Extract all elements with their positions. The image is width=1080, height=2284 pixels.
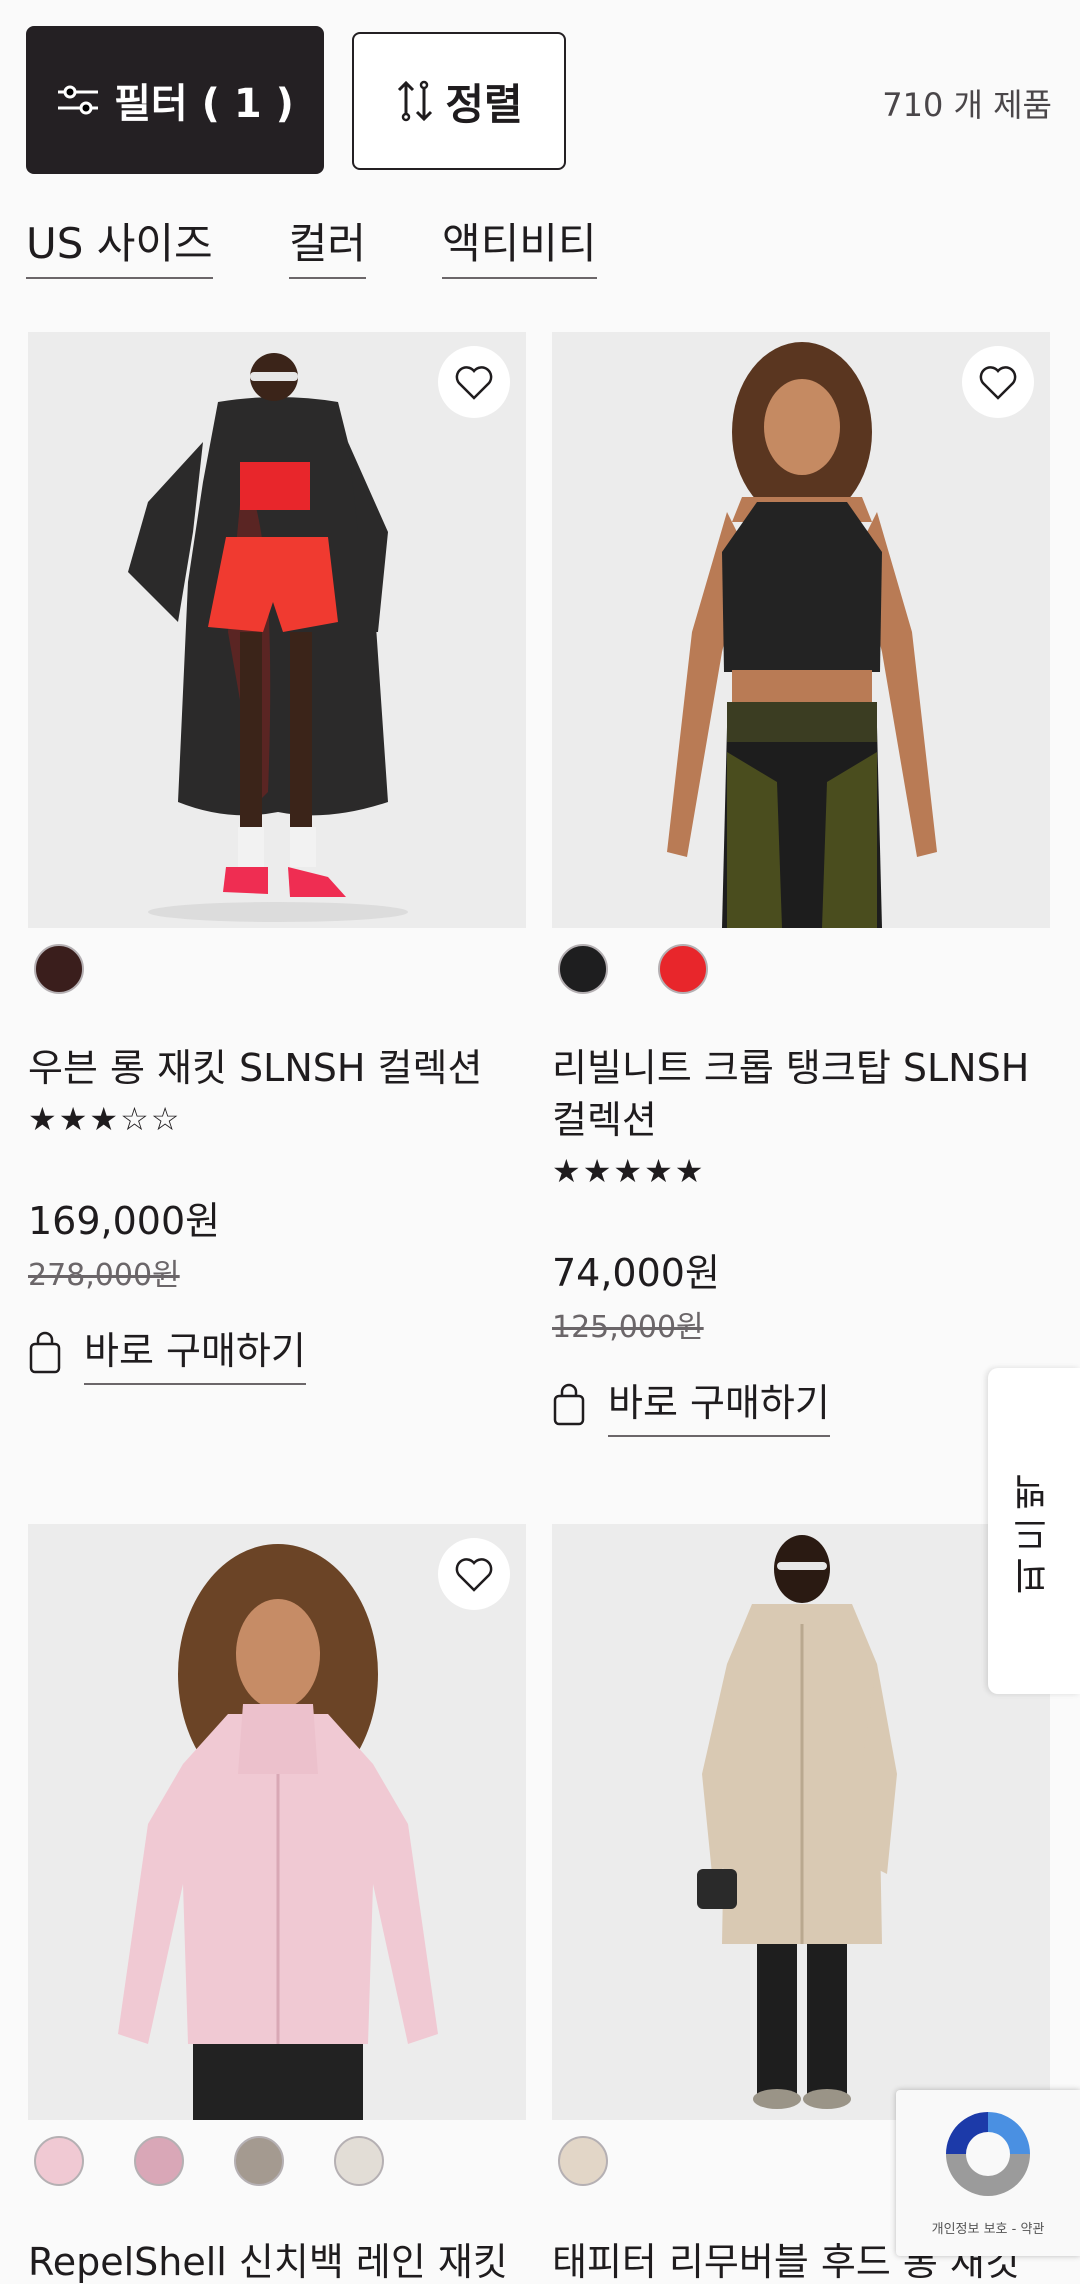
filter-chip-size[interactable]: US 사이즈 (26, 210, 213, 279)
color-swatch[interactable] (134, 2136, 184, 2186)
feedback-label: 피드백 (1013, 1468, 1054, 1594)
filter-chip-activity[interactable]: 액티비티 (441, 210, 597, 279)
product-name[interactable]: RepelShell 신치백 레인 재킷 (28, 2236, 526, 2284)
product-image[interactable] (552, 332, 1050, 928)
shopping-bag-icon (29, 1331, 61, 1373)
color-swatches (34, 2136, 384, 2186)
product-image[interactable] (28, 332, 526, 928)
color-swatch[interactable] (234, 2136, 284, 2186)
rating-stars: ★★★★★ (552, 1152, 706, 1190)
product-card[interactable]: 리빌니트 크롭 탱크탑 SLNSH 컬렉션 ★★★★★ 74,000원 125,… (552, 332, 1050, 1437)
quick-buy-button[interactable]: 바로 구매하기 (552, 1372, 830, 1437)
product-card[interactable]: 우븐 롱 재킷 SLNSH 컬렉션 ★★★☆☆ 169,000원 278,000… (28, 332, 526, 1392)
shopping-bag-icon (553, 1383, 585, 1425)
color-swatch[interactable] (558, 944, 608, 994)
color-swatches (34, 944, 84, 994)
product-card[interactable]: RepelShell 신치백 레인 재킷 (28, 1524, 526, 2284)
filter-label: 필터 ( 1 ) (114, 81, 294, 127)
wishlist-heart-icon[interactable] (438, 346, 510, 418)
feedback-tab[interactable]: 피드백 (988, 1368, 1080, 1694)
color-swatch[interactable] (34, 944, 84, 994)
product-count: 710 개 제품 (882, 86, 1052, 124)
sort-label: 정렬 (445, 79, 523, 129)
quick-buy-label: 바로 구매하기 (608, 1372, 830, 1437)
color-swatch[interactable] (34, 2136, 84, 2186)
original-price: 278,000원 (28, 1258, 180, 1293)
toolbar: 필터 ( 1 ) 정렬 710 개 제품 (0, 0, 1080, 180)
quick-buy-button[interactable]: 바로 구매하기 (28, 1320, 306, 1385)
product-image[interactable] (552, 1524, 1050, 2120)
quick-buy-label: 바로 구매하기 (84, 1320, 306, 1385)
sort-button[interactable]: 정렬 (352, 32, 566, 170)
color-swatches (558, 944, 708, 994)
sliders-icon (58, 85, 99, 115)
filter-chips: US 사이즈 컬러 액티비티 (26, 210, 597, 279)
wishlist-heart-icon[interactable] (962, 346, 1034, 418)
rating-stars: ★★★☆☆ (28, 1100, 182, 1138)
color-swatch[interactable] (334, 2136, 384, 2186)
product-name[interactable]: 우븐 롱 재킷 SLNSH 컬렉션 (28, 1042, 526, 1094)
original-price: 125,000원 (552, 1310, 704, 1345)
product-name[interactable]: 리빌니트 크롭 탱크탑 SLNSH 컬렉션 (552, 1042, 1050, 1146)
product-image[interactable] (28, 1524, 526, 2120)
color-swatches (558, 2136, 608, 2186)
recaptcha-terms[interactable]: 개인정보 보호 - 약관 (896, 2218, 1080, 2237)
color-swatch[interactable] (558, 2136, 608, 2186)
wishlist-heart-icon[interactable] (438, 1538, 510, 1610)
color-swatch[interactable] (658, 944, 708, 994)
recaptcha-badge[interactable]: 개인정보 보호 - 약관 (896, 2090, 1080, 2256)
sort-arrows-icon (398, 80, 433, 122)
filter-chip-color[interactable]: 컬러 (288, 210, 366, 279)
sale-price: 169,000원 (28, 1199, 221, 1243)
sale-price: 74,000원 (552, 1251, 720, 1295)
filter-button[interactable]: 필터 ( 1 ) (26, 26, 324, 174)
recaptcha-icon (946, 2112, 1030, 2196)
